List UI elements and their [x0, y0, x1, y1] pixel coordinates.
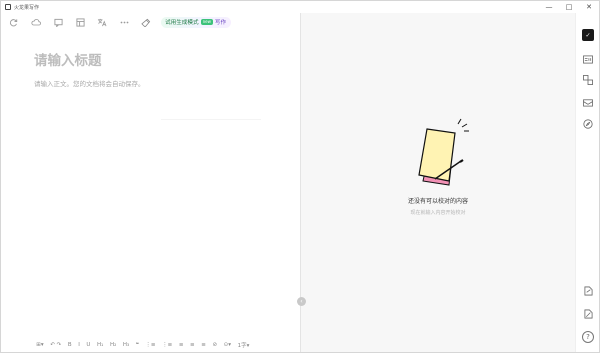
bullet-list-button[interactable]: ⋮≡: [159, 342, 176, 348]
minimize-button[interactable]: —: [539, 1, 559, 13]
try-pill-prefix: 试用生成模式: [165, 20, 199, 26]
quote-button[interactable]: ❝: [133, 342, 143, 348]
cloud-icon[interactable]: [25, 13, 47, 31]
image-text-icon[interactable]: [582, 53, 594, 65]
word-count-button[interactable]: 1字▾: [234, 341, 252, 349]
collapse-panel-button[interactable]: ‹: [297, 297, 306, 306]
brush-icon[interactable]: [135, 13, 157, 31]
body-input[interactable]: 请输入正文。您的文档将会自动保存。: [34, 78, 145, 88]
empty-state-illustration: [418, 118, 469, 186]
maximize-button[interactable]: □: [559, 1, 579, 13]
translate-icon[interactable]: [582, 74, 594, 86]
heading2-button[interactable]: H₂: [107, 342, 120, 348]
heading3-button[interactable]: H₃: [120, 342, 133, 348]
time-button[interactable]: ⊙▾: [220, 342, 234, 348]
try-generate-mode-button[interactable]: 试用生成模式 new 写作: [161, 16, 232, 28]
window-controls: — □ ✕: [539, 1, 599, 13]
link-button[interactable]: ⊘: [209, 342, 220, 348]
bold-button[interactable]: B: [65, 342, 75, 348]
align-center-button[interactable]: ≡: [187, 342, 198, 348]
divider-line: [161, 119, 261, 120]
export-icon[interactable]: [582, 285, 594, 297]
title-bar: 火龙果写作 — □ ✕: [1, 1, 599, 13]
mail-icon[interactable]: [582, 96, 594, 108]
comment-icon[interactable]: [47, 13, 69, 31]
ordered-list-button[interactable]: ⋮≡: [142, 342, 159, 348]
edit-icon[interactable]: [582, 308, 594, 320]
align-left-button[interactable]: ≡: [176, 342, 187, 348]
app-logo-icon: [5, 4, 11, 10]
template-icon[interactable]: [69, 13, 91, 31]
top-toolbar: 试用生成模式 new 写作: [1, 13, 299, 31]
italic-button[interactable]: I: [75, 342, 83, 348]
more-icon[interactable]: [113, 13, 135, 31]
app-title: 火龙果写作: [14, 4, 40, 11]
empty-state-title: 还没有可以校对的内容: [407, 198, 468, 205]
help-icon[interactable]: ?: [582, 331, 594, 343]
editor-area[interactable]: 请输入标题 请输入正文。您的文档将会自动保存。: [1, 31, 299, 339]
empty-state-subtitle: 现在就输入内容开始校对: [410, 210, 466, 216]
translate-icon[interactable]: [91, 13, 113, 31]
new-badge: new: [200, 19, 213, 25]
proofread-panel: 还没有可以校对的内容 现在就输入内容开始校对: [301, 13, 575, 352]
try-pill-suffix: 写作: [214, 20, 227, 26]
app-window: 火龙果写作 — □ ✕ 试用生成模式 new 写作 请输入标题 请输入正文。您的…: [0, 0, 600, 353]
heading1-button[interactable]: H₁: [94, 342, 107, 348]
refresh-icon[interactable]: [1, 13, 25, 31]
close-button[interactable]: ✕: [579, 1, 599, 13]
align-right-button[interactable]: ≡: [198, 342, 209, 348]
undo-redo-button[interactable]: ↶ ↷: [47, 342, 65, 348]
underline-button[interactable]: U: [83, 342, 94, 348]
right-sidebar: ✓ ?: [575, 13, 599, 352]
title-input[interactable]: 请输入标题: [34, 49, 102, 69]
insert-table-button[interactable]: ⊞▾: [33, 342, 47, 348]
compass-icon[interactable]: [582, 118, 594, 130]
format-toolbar: ⊞▾ ↶ ↷ B I U H₁ H₂ H₃ ❝ ⋮≡ ⋮≡ ≡ ≡ ≡ ⊘ ⊙▾…: [33, 339, 253, 351]
proofread-icon[interactable]: ✓: [582, 29, 594, 41]
